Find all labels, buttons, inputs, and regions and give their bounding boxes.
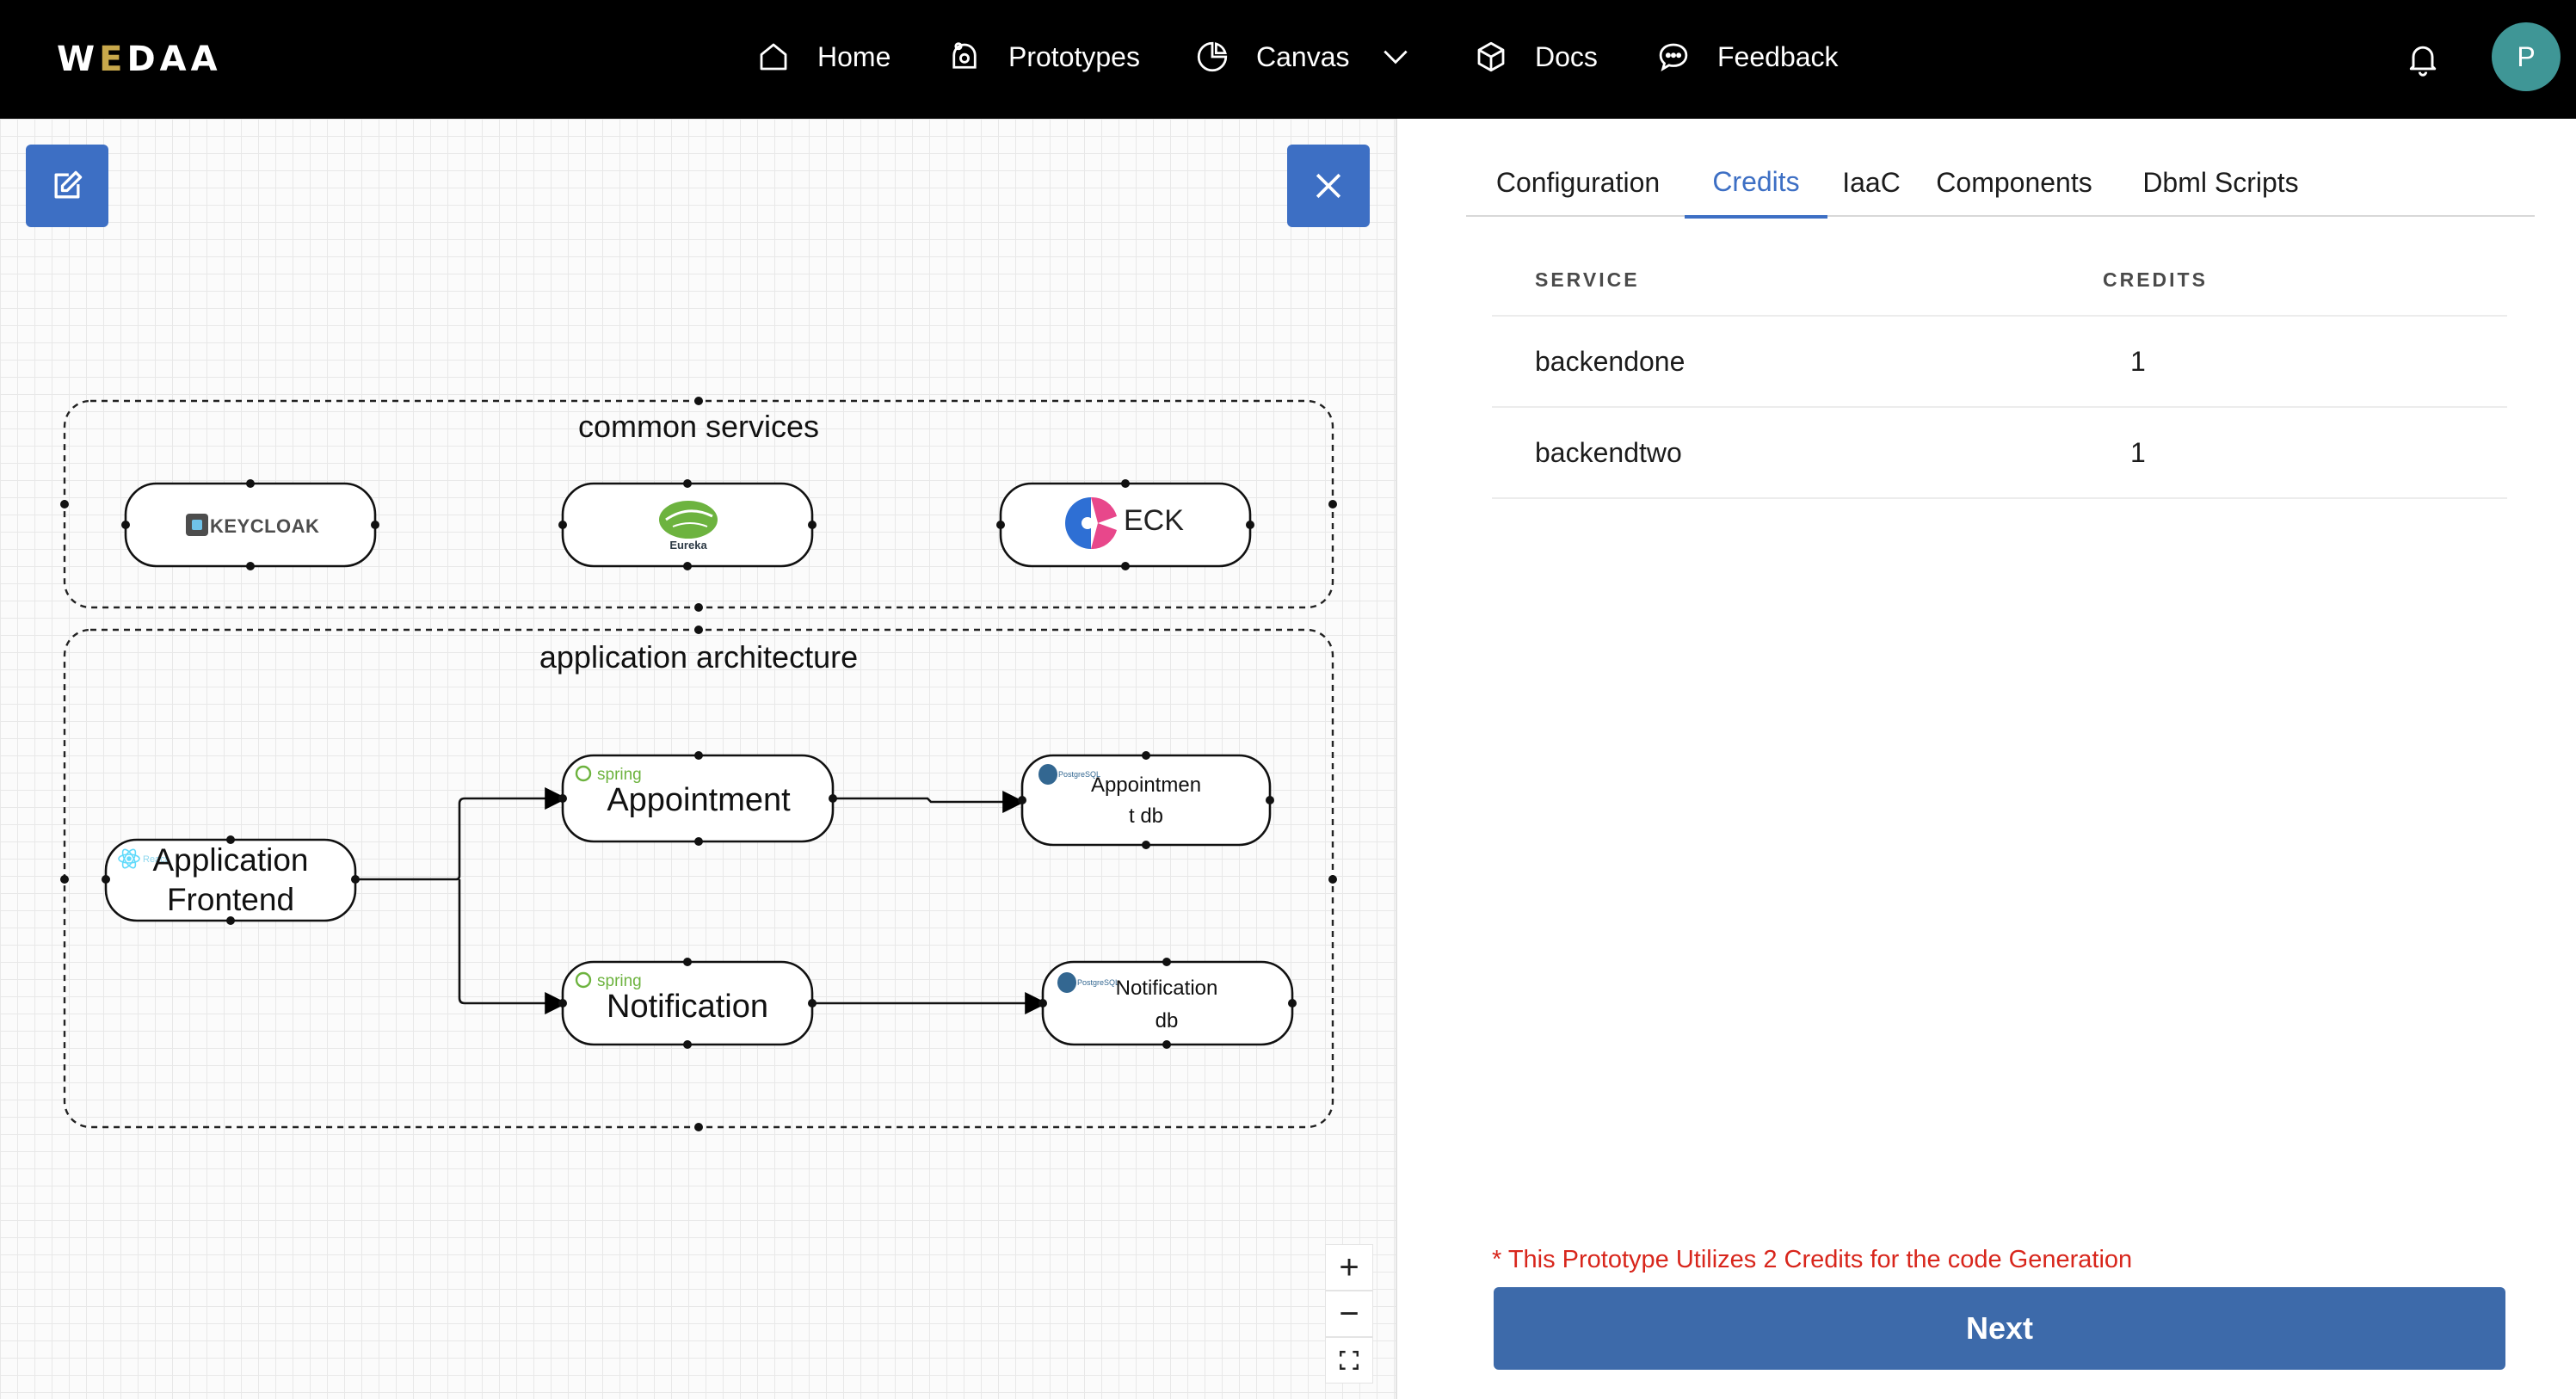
node-appointment-db[interactable]: PostgreSQL Appointmen t db: [1018, 751, 1274, 849]
node-frontend-line1: Application: [152, 842, 308, 878]
svg-text:PostgreSQL: PostgreSQL: [1077, 978, 1119, 987]
nav-feedback-label: Feedback: [1717, 40, 1839, 72]
panel-tabs: Configuration Credits IaaC Components Db…: [1466, 148, 2535, 219]
logo-letter-e: E: [99, 40, 127, 79]
column-header-service: SERVICE: [1535, 268, 1640, 291]
tab-credits[interactable]: Credits: [1685, 148, 1827, 219]
logo-letter-w: W: [57, 40, 100, 79]
node-appointment-label: Appointment: [607, 782, 791, 818]
fit-view-icon: [1340, 1351, 1359, 1370]
table-divider: [1492, 315, 2507, 317]
cube-icon: [1477, 41, 1505, 72]
node-appointment-db-line1: Appointmen: [1091, 773, 1201, 797]
chat-icon: [1659, 43, 1688, 71]
bell-icon[interactable]: [2404, 40, 2442, 77]
chevron-down-icon[interactable]: [1379, 40, 1412, 73]
tab-configuration[interactable]: Configuration: [1466, 148, 1690, 217]
nav-prototypes[interactable]: Prototypes: [946, 29, 1140, 84]
node-notification-db-line1: Notification: [1116, 977, 1218, 1000]
details-panel: [1397, 119, 2576, 1399]
svg-text:spring: spring: [597, 766, 642, 784]
wedaa-logo[interactable]: W E D A A: [57, 40, 222, 79]
nav-docs-label: Docs: [1535, 40, 1598, 72]
svg-text:spring: spring: [597, 972, 642, 990]
table-divider: [1492, 497, 2507, 499]
tab-components[interactable]: Components: [1915, 148, 2113, 217]
node-notification-db[interactable]: PostgreSQL Notification db: [1038, 958, 1297, 1049]
nav-home-label: Home: [817, 40, 891, 72]
group-common-services-label: common services: [578, 409, 819, 444]
node-frontend-line2: Frontend: [167, 882, 294, 917]
node-notification[interactable]: spring Notification: [558, 958, 817, 1049]
nav-feedback[interactable]: Feedback: [1655, 29, 1839, 84]
nav-docs[interactable]: Docs: [1473, 29, 1598, 84]
prototypes-icon: [952, 42, 977, 69]
node-appointment[interactable]: spring Appointment: [558, 751, 837, 846]
nav-canvas[interactable]: Canvas: [1194, 29, 1412, 84]
column-header-credits: CREDITS: [2103, 268, 2208, 291]
node-eureka[interactable]: Eureka: [558, 479, 817, 570]
node-notification-db-line2: db: [1156, 1009, 1179, 1032]
group-application-architecture-label: application architecture: [539, 639, 858, 675]
next-button[interactable]: Next: [1494, 1287, 2505, 1370]
svg-text:KEYCLOAK: KEYCLOAK: [210, 515, 319, 537]
tab-iaac[interactable]: IaaC: [1827, 148, 1915, 217]
keycloak-logo: KEYCLOAK: [186, 514, 319, 537]
table-divider: [1492, 406, 2507, 408]
nav-home[interactable]: Home: [755, 29, 891, 84]
nav-prototypes-label: Prototypes: [1008, 40, 1140, 72]
fit-view-button[interactable]: [1325, 1337, 1373, 1384]
node-appointment-db-line2: t db: [1129, 804, 1163, 828]
logo-letter-a1: A: [159, 40, 191, 79]
node-notification-label: Notification: [607, 989, 768, 1025]
node-application-frontend[interactable]: React Application Frontend: [102, 835, 360, 925]
logo-letter-d: D: [126, 40, 160, 79]
node-eck[interactable]: ECK: [996, 479, 1254, 570]
user-avatar[interactable]: P: [2492, 22, 2561, 91]
top-navbar: W E D A A Home Prototypes Canvas Docs Fe…: [0, 0, 2576, 119]
architecture-diagram: common services application architecture…: [60, 397, 1337, 1131]
svg-text:ECK: ECK: [1124, 504, 1184, 537]
tab-dbml-scripts[interactable]: Dbml Scripts: [2113, 148, 2328, 217]
row-credits-value: 1: [2130, 346, 2146, 377]
credits-usage-note: * This Prototype Utilizes 2 Credits for …: [1492, 1246, 2133, 1273]
canvas-icon: [1197, 41, 1228, 72]
nav-canvas-label: Canvas: [1256, 40, 1350, 72]
row-service-name: backendtwo: [1535, 437, 1682, 468]
zoom-in-button[interactable]: +: [1325, 1244, 1373, 1291]
home-icon: [760, 43, 787, 71]
row-service-name: backendone: [1535, 346, 1685, 377]
svg-text:Eureka: Eureka: [669, 539, 707, 552]
node-keycloak[interactable]: KEYCLOAK: [121, 479, 379, 570]
row-credits-value: 1: [2130, 437, 2146, 468]
zoom-out-button[interactable]: −: [1325, 1291, 1373, 1337]
logo-letter-a2: A: [190, 40, 222, 79]
